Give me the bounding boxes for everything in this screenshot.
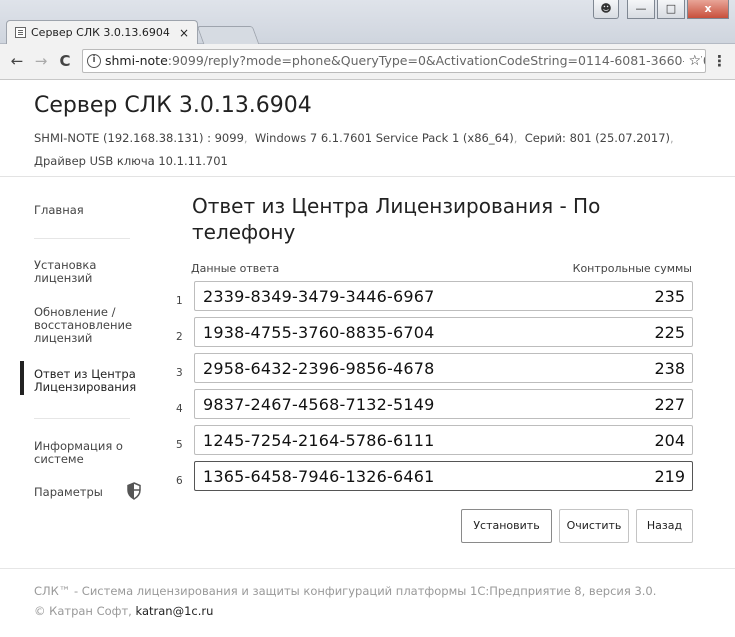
tab-close-icon[interactable]: × [179, 21, 189, 45]
checksum-header: Контрольные суммы [572, 262, 692, 275]
driver-info: Драйвер USB ключа 10.1.11.701 [34, 154, 228, 168]
contact-email-link[interactable]: katran@1c.ru [136, 604, 214, 618]
response-row: 5 1245-7254-2164-5786-6111 204 [176, 425, 693, 455]
reload-icon[interactable]: C [54, 50, 76, 72]
footer: СЛК™ - Система лицензирования и защиты к… [0, 568, 735, 637]
response-code-value: 1245-7254-2164-5786-6111 [203, 431, 435, 450]
row-number: 5 [176, 439, 183, 451]
install-button[interactable]: Установить [461, 509, 552, 543]
server-serial: Серий: 801 (25.07.2017) [524, 131, 670, 145]
info-icon[interactable]: i [87, 54, 101, 68]
footer-copyright: © Катран Софт, katran@1c.ru [34, 604, 213, 618]
sidebar-item-install[interactable]: Установка лицензий [34, 259, 154, 285]
response-code-value: 9837-2467-4568-7132-5149 [203, 395, 435, 414]
kebab-menu-icon[interactable]: ⋮ [712, 52, 727, 70]
response-row: 6 1365-6458-7946-1326-6461 219 [176, 461, 693, 491]
checksum-value: 225 [654, 323, 685, 342]
response-code-input[interactable]: 2339-8349-3479-3446-6967 235 [194, 281, 693, 311]
response-code-value: 2958-6432-2396-9856-4678 [203, 359, 435, 378]
response-code-input[interactable]: 1245-7254-2164-5786-6111 204 [194, 425, 693, 455]
info-separator: , [670, 131, 674, 145]
shield-icon [127, 482, 141, 500]
response-row: 4 9837-2467-4568-7132-5149 227 [176, 389, 693, 419]
sidebar-item-home[interactable]: Главная [34, 204, 154, 217]
star-icon[interactable]: ☆ [684, 50, 701, 72]
response-code-value: 1938-4755-3760-8835-6704 [203, 323, 435, 342]
url-host: shmi-note [105, 53, 168, 68]
sidebar-item-license-response[interactable]: Ответ из Центра Лицензирования [34, 368, 154, 394]
page-favicon-icon [15, 27, 26, 38]
new-tab-button[interactable] [196, 26, 260, 44]
sidebar-item-system-info[interactable]: Информация о системе [34, 440, 154, 466]
minimize-button[interactable]: — [627, 0, 655, 19]
window-controls: ☻ — □ x [593, 0, 729, 20]
sidebar-item-update[interactable]: Обновление / восстановление лицензий [34, 306, 154, 345]
action-buttons: Установить Очистить Назад [190, 509, 693, 543]
window-close-button[interactable]: x [687, 0, 729, 19]
section-title: Ответ из Центра Лицензирования - По теле… [192, 194, 601, 244]
browser-titlebar: Сервер СЛК 3.0.13.6904 × ☻ — □ x [0, 0, 735, 45]
sidebar-active-indicator [20, 361, 24, 395]
info-separator: , [243, 131, 248, 145]
row-number: 2 [176, 331, 183, 343]
response-code-value: 1365-6458-7946-1326-6461 [203, 467, 435, 486]
row-number: 1 [176, 295, 183, 307]
page-header: Сервер СЛК 3.0.13.6904 SHMI-NOTE (192.16… [0, 81, 735, 177]
maximize-button[interactable]: □ [657, 0, 685, 19]
sidebar: Главная Установка лицензий Обновление / … [0, 178, 170, 558]
server-host: SHMI-NOTE (192.168.38.131) : 9099 [34, 131, 244, 145]
response-row: 1 2339-8349-3479-3446-6967 235 [176, 281, 693, 311]
back-button[interactable]: Назад [636, 509, 693, 543]
checksum-value: 238 [654, 359, 685, 378]
back-arrow-icon[interactable]: ← [6, 50, 28, 72]
browser-toolbar: ← → C i shmi-note:9099/reply?mode=phone&… [0, 44, 735, 80]
checksum-value: 235 [654, 287, 685, 306]
address-bar[interactable]: i shmi-note:9099/reply?mode=phone&QueryT… [82, 49, 706, 73]
response-code-input[interactable]: 2958-6432-2396-9856-4678 238 [194, 353, 693, 383]
sidebar-divider [34, 418, 130, 419]
browser-tab[interactable]: Сервер СЛК 3.0.13.6904 × [6, 20, 198, 45]
checksum-value: 204 [654, 431, 685, 450]
info-separator: , [513, 131, 518, 145]
forward-arrow-icon[interactable]: → [30, 50, 52, 72]
server-os: Windows 7 6.1.7601 Service Pack 1 (x86_6… [254, 131, 514, 145]
response-code-input[interactable]: 9837-2467-4568-7132-5149 227 [194, 389, 693, 419]
sidebar-divider [34, 238, 130, 239]
tab-title: Сервер СЛК 3.0.13.6904 [31, 26, 170, 39]
response-code-input[interactable]: 1365-6458-7946-1326-6461 219 [194, 461, 693, 491]
page-title: Сервер СЛК 3.0.13.6904 [34, 93, 312, 118]
server-info: SHMI-NOTE (192.168.38.131) : 9099, Windo… [34, 127, 724, 173]
response-row: 3 2958-6432-2396-9856-4678 238 [176, 353, 693, 383]
copyright-text: © Катран Софт, [34, 604, 136, 618]
checksum-value: 219 [654, 467, 685, 486]
row-number: 4 [176, 403, 183, 415]
footer-description: СЛК™ - Система лицензирования и защиты к… [34, 584, 657, 598]
row-number: 6 [176, 475, 183, 487]
url-path: :9099/reply?mode=phone&QueryType=0&Activ… [167, 53, 706, 68]
response-code-value: 2339-8349-3479-3446-6967 [203, 287, 435, 306]
response-data-header: Данные ответа [191, 262, 280, 275]
row-number: 3 [176, 367, 183, 379]
response-row: 2 1938-4755-3760-8835-6704 225 [176, 317, 693, 347]
checksum-value: 227 [654, 395, 685, 414]
response-code-input[interactable]: 1938-4755-3760-8835-6704 225 [194, 317, 693, 347]
clear-button[interactable]: Очистить [559, 509, 629, 543]
user-profile-icon[interactable]: ☻ [593, 0, 619, 19]
